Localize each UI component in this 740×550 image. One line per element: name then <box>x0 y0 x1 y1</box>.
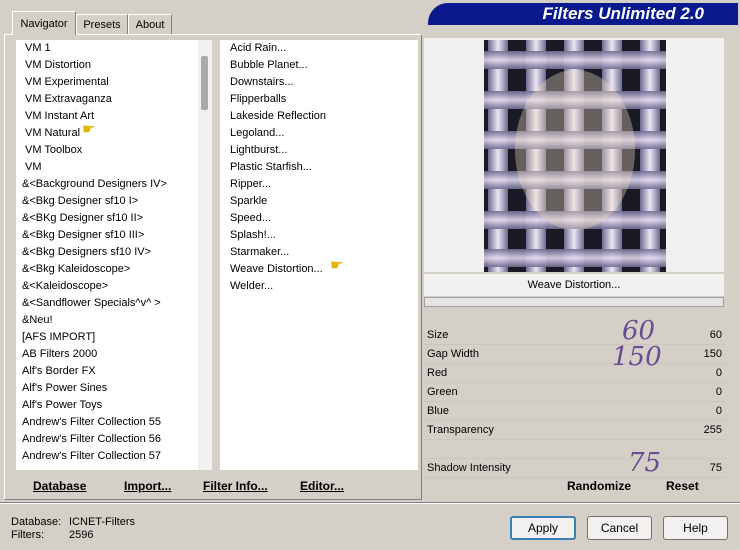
category-item[interactable]: &<Bkg Designers sf10 IV> <box>16 244 198 261</box>
category-item[interactable]: &<Background Designers IV> <box>16 176 198 193</box>
filter-item[interactable]: Sparkle <box>220 193 418 210</box>
progress-bar <box>424 297 724 307</box>
category-item[interactable]: &<Bkg Designer sf10 III> <box>16 227 198 244</box>
param-value[interactable]: 0 <box>716 383 722 401</box>
filter-item[interactable]: Splash!... <box>220 227 418 244</box>
filter-item[interactable]: Lakeside Reflection <box>220 108 418 125</box>
category-item[interactable]: VM Experimental <box>16 74 198 91</box>
reset-button[interactable]: Reset <box>666 479 699 493</box>
param-row[interactable] <box>424 440 726 459</box>
category-item[interactable]: Andrew's Filter Collection 56 <box>16 431 198 448</box>
filter-item[interactable]: Weave Distortion... <box>220 261 418 278</box>
param-row[interactable]: Green 0 <box>424 383 726 402</box>
category-list[interactable]: VM 1 VM Distortion VM Experimental VM Extra… <box>16 40 198 470</box>
category-scrollbar[interactable] <box>198 40 212 470</box>
tab-navigator[interactable]: Navigator <box>12 11 76 35</box>
param-value[interactable]: 150 <box>704 345 722 363</box>
preview-image <box>484 40 666 272</box>
filter-item[interactable]: Lightburst... <box>220 142 418 159</box>
category-item[interactable]: VM Toolbox <box>16 142 198 159</box>
filter-item[interactable]: Speed... <box>220 210 418 227</box>
category-scroll-thumb[interactable] <box>201 56 208 110</box>
param-row[interactable]: Transparency 255 <box>424 421 726 440</box>
cancel-button[interactable]: Cancel <box>587 516 652 540</box>
param-label: Transparency <box>427 424 494 436</box>
param-label: Green <box>427 386 458 398</box>
category-item[interactable]: [AFS IMPORT] <box>16 329 198 346</box>
category-item[interactable]: VM Extravaganza <box>16 91 198 108</box>
editor-button[interactable]: Editor... <box>300 479 344 493</box>
category-item[interactable]: VM 1 <box>16 40 198 57</box>
param-label: Shadow Intensity <box>427 462 511 474</box>
param-value[interactable]: 75 <box>710 459 722 477</box>
category-item[interactable]: &<Bkg Kaleidoscope> <box>16 261 198 278</box>
filter-list[interactable]: Acid Rain... Bubble Planet... Downstairs..… <box>220 40 418 470</box>
weave-strand <box>640 40 660 272</box>
weave-strand <box>484 51 666 69</box>
param-value[interactable]: 0 <box>716 402 722 420</box>
param-row[interactable]: Blue 0 <box>424 402 726 421</box>
weave-strand <box>484 249 666 267</box>
preview-area <box>424 38 724 272</box>
filter-item[interactable]: Acid Rain... <box>220 40 418 57</box>
filters-label: Filters: <box>11 529 44 541</box>
category-item[interactable]: VM Instant Art <box>16 108 198 125</box>
preview-glow <box>515 70 635 230</box>
apply-button[interactable]: Apply <box>510 516 576 540</box>
param-row[interactable]: Shadow Intensity 75 <box>424 459 726 478</box>
banner-title: Filters Unlimited 2.0 <box>542 4 704 23</box>
database-value: ICNET-Filters <box>69 516 135 528</box>
category-item[interactable]: Andrew's Filter Collection 55 <box>16 414 198 431</box>
param-value[interactable]: 255 <box>704 421 722 439</box>
category-item[interactable]: Alf's Border FX <box>16 363 198 380</box>
category-item[interactable]: &<Bkg Designer sf10 I> <box>16 193 198 210</box>
filter-item[interactable]: Starmaker... <box>220 244 418 261</box>
randomize-button[interactable]: Randomize <box>567 479 631 493</box>
filters-count: 2596 <box>69 529 94 541</box>
parameter-table: Size 60 Gap Width 150 Red 0 Green 0 Blue 0 Transpa… <box>424 326 726 478</box>
param-label: Red <box>427 367 448 379</box>
filter-item[interactable]: Welder... <box>220 278 418 295</box>
param-row[interactable]: Red 0 <box>424 364 726 383</box>
category-item[interactable]: Andrew's Filter Collection 57 <box>16 448 198 465</box>
tab-about[interactable]: About <box>128 14 172 34</box>
database-label: Database: <box>11 516 62 528</box>
category-item[interactable]: Alf's Power Toys <box>16 397 198 414</box>
filter-item[interactable]: Downstairs... <box>220 74 418 91</box>
weave-strand <box>488 40 508 272</box>
import-button[interactable]: Import... <box>124 479 171 493</box>
filter-item[interactable]: Bubble Planet... <box>220 57 418 74</box>
param-label: Gap Width <box>427 348 479 360</box>
category-item[interactable]: &<Kaleidoscope> <box>16 278 198 295</box>
category-item[interactable]: AB Filters 2000 <box>16 346 198 363</box>
category-item[interactable]: &<Sandflower Specials^v^ > <box>16 295 198 312</box>
category-item[interactable]: VM Natural <box>16 125 198 142</box>
divider <box>0 503 740 504</box>
param-label: Blue <box>427 405 450 417</box>
filter-item[interactable]: Flipperballs <box>220 91 418 108</box>
annotation-gap: 150 <box>612 342 662 372</box>
title-banner: Filters Unlimited 2.0 <box>428 3 738 25</box>
category-item[interactable]: Alf's Power Sines <box>16 380 198 397</box>
param-label: Size <box>427 329 449 341</box>
param-value[interactable]: 60 <box>710 326 722 344</box>
pointing-hand-icon: ☛ <box>330 257 344 274</box>
annotation-shadow: 75 <box>628 448 662 478</box>
filter-item[interactable]: Ripper... <box>220 176 418 193</box>
param-value[interactable]: 0 <box>716 364 722 382</box>
filter-item[interactable]: Legoland... <box>220 125 418 142</box>
filter-info-button[interactable]: Filter Info... <box>203 479 268 493</box>
category-item[interactable]: &<BKg Designer sf10 II> <box>16 210 198 227</box>
param-row[interactable]: Gap Width 150 <box>424 345 726 364</box>
pointing-hand-icon: ☛ <box>82 121 96 138</box>
database-button[interactable]: Database <box>33 479 86 493</box>
tab-presets[interactable]: Presets <box>76 14 128 34</box>
category-item[interactable]: &Neu! <box>16 312 198 329</box>
filter-name-label: Weave Distortion... <box>424 274 724 296</box>
category-item[interactable]: VM Distortion <box>16 57 198 74</box>
filter-item[interactable]: Plastic Starfish... <box>220 159 418 176</box>
category-item[interactable]: VM <box>16 159 198 176</box>
help-button[interactable]: Help <box>663 516 728 540</box>
param-row[interactable]: Size 60 <box>424 326 726 345</box>
